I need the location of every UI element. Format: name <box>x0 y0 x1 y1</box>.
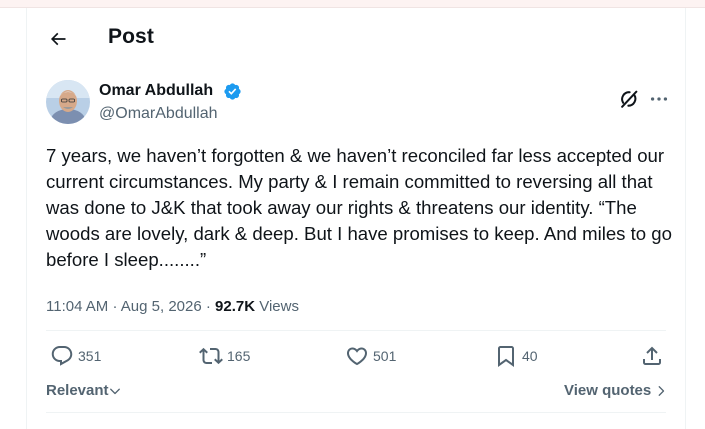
like-button[interactable]: 501 <box>345 344 396 368</box>
share-icon <box>643 346 661 365</box>
views-label: Views <box>259 298 299 315</box>
avatar-image <box>46 80 90 124</box>
avatar[interactable] <box>46 80 90 124</box>
reply-icon <box>51 346 73 366</box>
author-handle[interactable]: @OmarAbdullah <box>99 105 218 123</box>
reply-count: 351 <box>78 348 102 364</box>
bookmark-icon <box>498 346 514 367</box>
repost-count: 165 <box>227 348 251 364</box>
meta-separator: · <box>112 298 118 315</box>
sort-replies-dropdown[interactable]: Relevant <box>46 382 121 399</box>
sort-label: Relevant <box>46 382 109 399</box>
repost-button[interactable]: 165 <box>199 344 250 368</box>
bookmark-button[interactable]: 40 <box>494 344 538 368</box>
grok-icon[interactable] <box>618 88 640 110</box>
chevron-down-icon <box>109 388 120 394</box>
share-button[interactable] <box>640 344 664 368</box>
chevron-right-icon <box>658 385 665 396</box>
arrow-left-icon <box>50 32 66 46</box>
tweet-meta: 11:04 AM · Aug 5, 2026 · 92.7K Views <box>46 298 299 315</box>
post-column: Post Omar Abdullah @OmarAbdullah 7 years… <box>26 8 686 429</box>
heart-icon <box>346 347 368 366</box>
more-options-icon[interactable] <box>647 88 671 110</box>
top-banner-strip <box>0 0 705 8</box>
page-title: Post <box>108 25 154 48</box>
verified-badge-icon <box>224 83 241 100</box>
author-name[interactable]: Omar Abdullah <box>99 82 213 100</box>
reply-button[interactable]: 351 <box>50 344 101 368</box>
bookmark-count: 40 <box>522 348 538 364</box>
tweet-time[interactable]: 11:04 AM <box>46 298 108 315</box>
post-header: Post <box>27 8 687 68</box>
tweet-date[interactable]: Aug 5, 2026 <box>121 298 202 315</box>
views-count: 92.7K <box>215 298 256 315</box>
tweet-text: 7 years, we haven’t forgotten & we haven… <box>46 145 672 270</box>
meta-separator: · <box>205 298 211 315</box>
view-quotes-label: View quotes <box>564 382 652 399</box>
like-count: 501 <box>373 348 397 364</box>
view-quotes-link[interactable]: View quotes <box>564 382 667 399</box>
back-button[interactable] <box>43 24 73 54</box>
divider <box>46 330 666 331</box>
repost-icon <box>199 347 223 365</box>
divider <box>46 412 666 413</box>
